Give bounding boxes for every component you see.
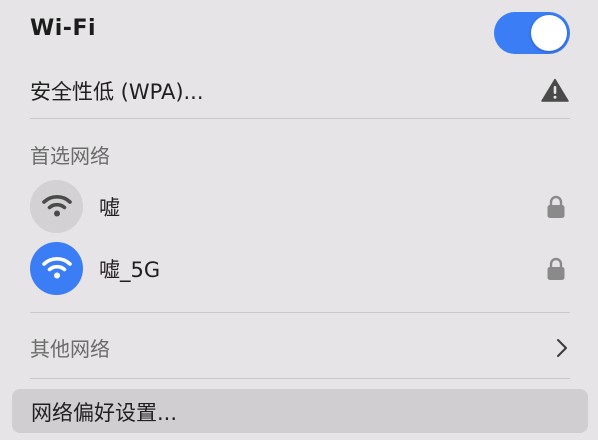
divider [30,312,570,313]
warning-triangle-icon [541,78,569,102]
chevron-right-icon [557,339,567,357]
security-warning-row[interactable]: 安全性低 (WPA)... [0,66,598,114]
wifi-icon [30,180,83,233]
network-name: 嘘 [99,196,120,220]
network-preferences-item[interactable]: 网络偏好设置... [12,389,588,433]
network-name: 嘘_5G [99,258,161,282]
wifi-toggle[interactable] [494,12,570,54]
wifi-icon [30,242,83,295]
lock-icon [547,257,565,280]
lock-icon [547,195,565,218]
other-networks-row[interactable]: 其他网络 [0,325,598,371]
network-row[interactable]: 嘘 [0,178,598,234]
network-preferences-label: 网络偏好设置... [31,401,178,425]
wifi-title: Wi-Fi [30,16,97,41]
toggle-knob [531,15,567,51]
wifi-menu: Wi-Fi 安全性低 (WPA)... 首选网络 嘘 嘘_5G 其他网络 网络偏… [0,0,598,440]
wifi-header: Wi-Fi [0,0,598,62]
security-text: 安全性低 (WPA)... [30,80,204,104]
preferred-networks-label: 首选网络 [30,144,110,168]
network-row[interactable]: 嘘_5G [0,240,598,296]
divider [30,118,570,119]
other-networks-label: 其他网络 [30,337,110,361]
divider [30,378,570,379]
